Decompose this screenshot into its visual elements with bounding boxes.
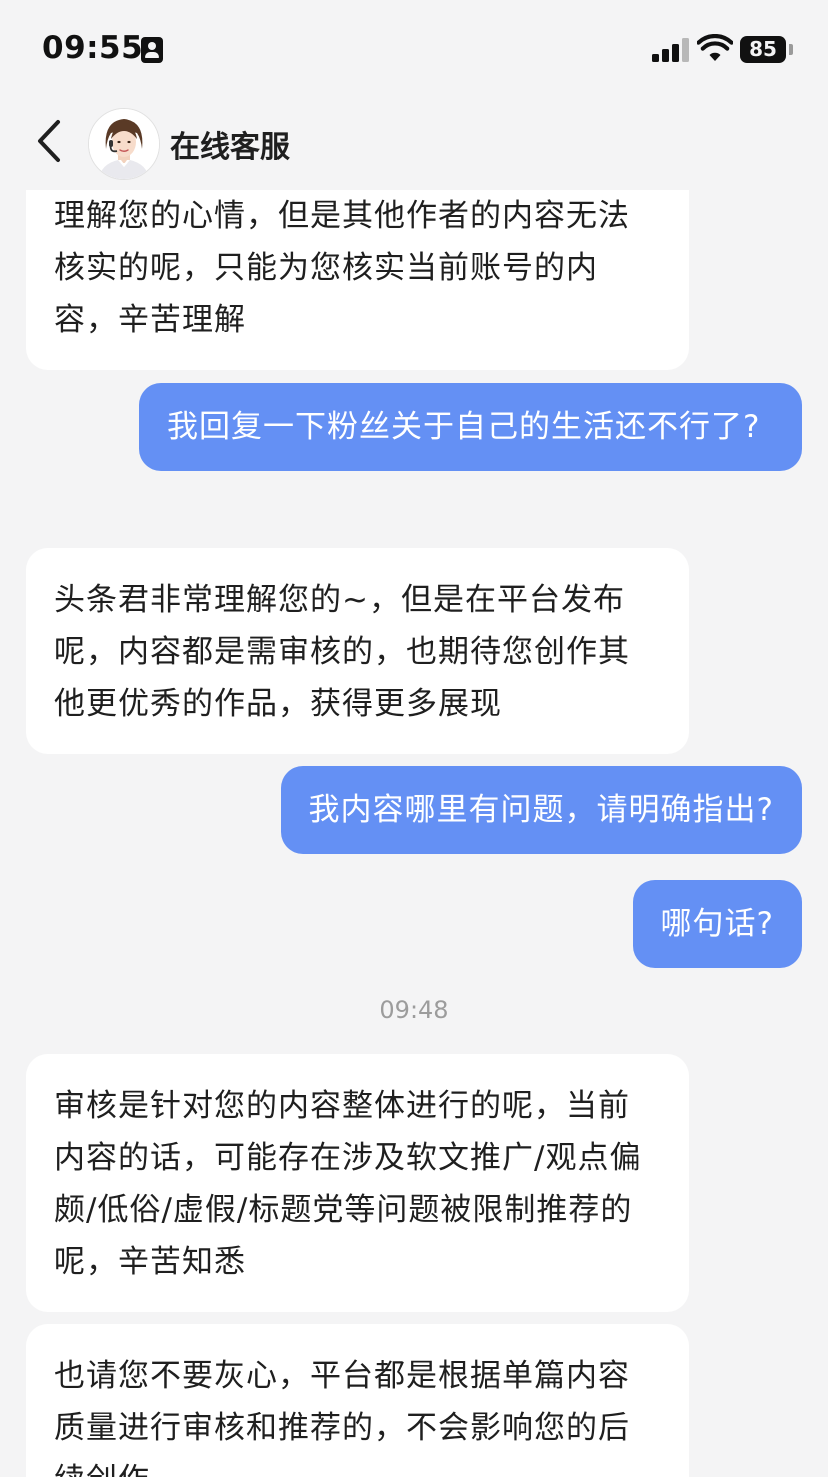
battery-icon: 85 [740, 36, 786, 63]
status-time: 09:55 [42, 30, 144, 66]
chat-message-list[interactable]: 理解您的心情，但是其他作者的内容无法核实的呢，只能为您核实当前账号的内容，辛苦理… [0, 190, 828, 1477]
message-text: 理解您的心情，但是其他作者的内容无法核实的呢，只能为您核实当前账号的内容，辛苦理… [54, 198, 630, 338]
back-button[interactable] [28, 116, 72, 166]
agent-message-bubble[interactable]: 也请您不要灰心，平台都是根据单篇内容质量进行审核和推荐的，不会影响您的后续创作 [26, 1324, 689, 1477]
person-card-icon [141, 37, 163, 63]
agent-message-bubble[interactable]: 理解您的心情，但是其他作者的内容无法核实的呢，只能为您核实当前账号的内容，辛苦理… [26, 190, 689, 370]
customer-service-avatar-icon [89, 109, 159, 179]
agent-message-bubble[interactable]: 头条君非常理解您的~，但是在平台发布呢，内容都是需审核的，也期待您创作其他更优秀… [26, 548, 689, 754]
message-text: 头条君非常理解您的~，但是在平台发布呢，内容都是需审核的，也期待您创作其他更优秀… [54, 582, 630, 722]
message-text: 审核是针对您的内容整体进行的呢，当前内容的话，可能存在涉及软文推广/观点偏颇/低… [54, 1088, 642, 1280]
user-message-bubble[interactable]: 我回复一下粉丝关于自己的生活还不行了? [139, 383, 802, 471]
agent-message-bubble[interactable]: 审核是针对您的内容整体进行的呢，当前内容的话，可能存在涉及软文推广/观点偏颇/低… [26, 1054, 689, 1312]
wifi-icon [697, 34, 733, 61]
message-text: 我回复一下粉丝关于自己的生活还不行了? [167, 409, 761, 445]
battery-cap [789, 44, 793, 55]
chat-header: 在线客服 [0, 100, 828, 190]
message-text: 也请您不要灰心，平台都是根据单篇内容质量进行审核和推荐的，不会影响您的后续创作 [54, 1358, 630, 1477]
user-message-bubble[interactable]: 我内容哪里有问题，请明确指出? [280, 766, 802, 854]
header-title: 在线客服 [170, 130, 290, 165]
message-text: 我内容哪里有问题，请明确指出? [308, 792, 774, 828]
chevron-left-icon [38, 120, 60, 162]
cellular-signal-icon [652, 38, 690, 62]
user-message-bubble[interactable]: 哪句话? [632, 880, 802, 968]
avatar[interactable] [88, 108, 160, 180]
message-timestamp: 09:48 [379, 996, 449, 1024]
message-text: 哪句话? [660, 906, 774, 942]
status-bar: 09:55 85 [0, 0, 828, 100]
